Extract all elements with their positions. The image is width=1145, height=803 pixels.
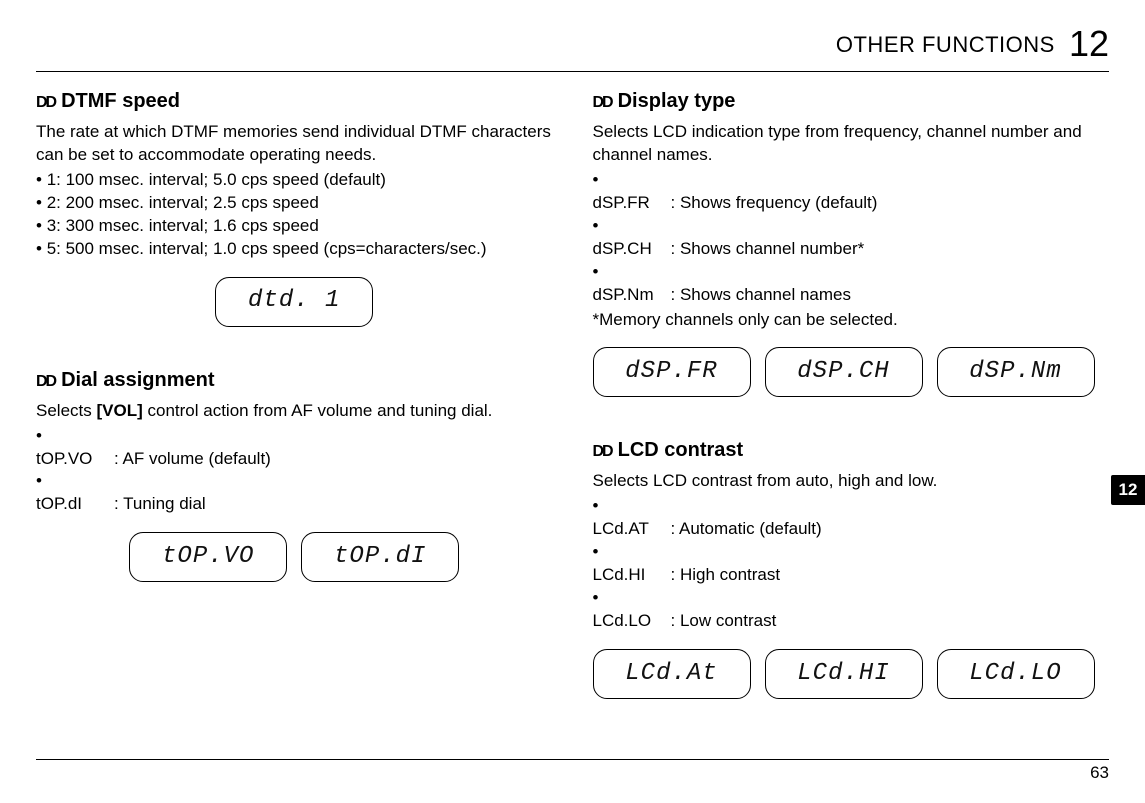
lcd-display: dSP.CH bbox=[765, 347, 923, 397]
right-column: DDDisplay type Selects LCD indication ty… bbox=[593, 88, 1110, 743]
lcd-display: LCd.At bbox=[593, 649, 751, 699]
bullet: 3: 300 msec. interval; 1.6 cps speed bbox=[36, 215, 553, 238]
lcd-display: dSP.Nm bbox=[937, 347, 1095, 397]
bullet: 5: 500 msec. interval; 1.0 cps speed (cp… bbox=[36, 238, 553, 261]
intro-dtmf-speed: The rate at which DTMF memories send ind… bbox=[36, 121, 553, 167]
lcd-display: tOP.dI bbox=[301, 532, 459, 582]
diamond-icon: DD bbox=[593, 443, 612, 460]
note-display-type: *Memory channels only can be selected. bbox=[593, 309, 1110, 332]
heading-dtmf-speed: DDDTMF speed bbox=[36, 88, 553, 115]
header-title: OTHER FUNCTIONS bbox=[836, 32, 1055, 57]
options-dial-assignment: tOP.VO: AF volume (default) tOP.dI: Tuni… bbox=[36, 425, 553, 517]
heading-display-type: DDDisplay type bbox=[593, 88, 1110, 115]
option: dSP.CH: Shows channel number* bbox=[593, 215, 1110, 261]
option: LCd.AT: Automatic (default) bbox=[593, 495, 1110, 541]
lcd-display: dSP.FR bbox=[593, 347, 751, 397]
page-number: 63 bbox=[1090, 763, 1109, 782]
left-column: DDDTMF speed The rate at which DTMF memo… bbox=[36, 88, 553, 743]
option: dSP.FR: Shows frequency (default) bbox=[593, 169, 1110, 215]
options-display-type: dSP.FR: Shows frequency (default) dSP.CH… bbox=[593, 169, 1110, 307]
page-footer: 63 bbox=[36, 759, 1109, 785]
intro-dial-assignment: Selects [VOL] control action from AF vol… bbox=[36, 400, 553, 423]
lcd-display: dtd. 1 bbox=[215, 277, 373, 327]
option: dSP.Nm: Shows channel names bbox=[593, 261, 1110, 307]
heading-lcd-contrast: DDLCD contrast bbox=[593, 437, 1110, 464]
option: LCd.LO: Low contrast bbox=[593, 587, 1110, 633]
diamond-icon: DD bbox=[36, 94, 55, 111]
lcd-display: LCd.LO bbox=[937, 649, 1095, 699]
section-lcd-contrast: DDLCD contrast Selects LCD contrast from… bbox=[593, 437, 1110, 699]
page-header: OTHER FUNCTIONS 12 bbox=[36, 20, 1109, 72]
page: OTHER FUNCTIONS 12 DDDTMF speed The rate… bbox=[0, 0, 1145, 803]
lcd-row-contrast: LCd.At LCd.HI LCd.LO bbox=[593, 649, 1110, 699]
bullet: 1: 100 msec. interval; 5.0 cps speed (de… bbox=[36, 169, 553, 192]
diamond-icon: DD bbox=[36, 373, 55, 390]
section-dial-assignment: DDDial assignment Selects [VOL] control … bbox=[36, 367, 553, 583]
diamond-icon: DD bbox=[593, 94, 612, 111]
lcd-display: tOP.VO bbox=[129, 532, 287, 582]
intro-display-type: Selects LCD indication type from frequen… bbox=[593, 121, 1110, 167]
lcd-display: LCd.HI bbox=[765, 649, 923, 699]
lcd-row-dial: tOP.VO tOP.dI bbox=[36, 532, 553, 582]
lcd-row-dtmf: dtd. 1 bbox=[36, 277, 553, 327]
section-dtmf-speed: DDDTMF speed The rate at which DTMF memo… bbox=[36, 88, 553, 327]
lcd-row-display: dSP.FR dSP.CH dSP.Nm bbox=[593, 347, 1110, 397]
heading-dial-assignment: DDDial assignment bbox=[36, 367, 553, 394]
option: LCd.HI: High contrast bbox=[593, 541, 1110, 587]
content-columns: DDDTMF speed The rate at which DTMF memo… bbox=[36, 88, 1109, 743]
intro-lcd-contrast: Selects LCD contrast from auto, high and… bbox=[593, 470, 1110, 493]
header-chapter-number: 12 bbox=[1069, 23, 1109, 64]
option: tOP.VO: AF volume (default) bbox=[36, 425, 553, 471]
bullets-dtmf-speed: 1: 100 msec. interval; 5.0 cps speed (de… bbox=[36, 169, 553, 261]
options-lcd-contrast: LCd.AT: Automatic (default) LCd.HI: High… bbox=[593, 495, 1110, 633]
bullet: 2: 200 msec. interval; 2.5 cps speed bbox=[36, 192, 553, 215]
option: tOP.dI: Tuning dial bbox=[36, 470, 553, 516]
side-tab-chapter: 12 bbox=[1111, 475, 1145, 505]
section-display-type: DDDisplay type Selects LCD indication ty… bbox=[593, 88, 1110, 397]
